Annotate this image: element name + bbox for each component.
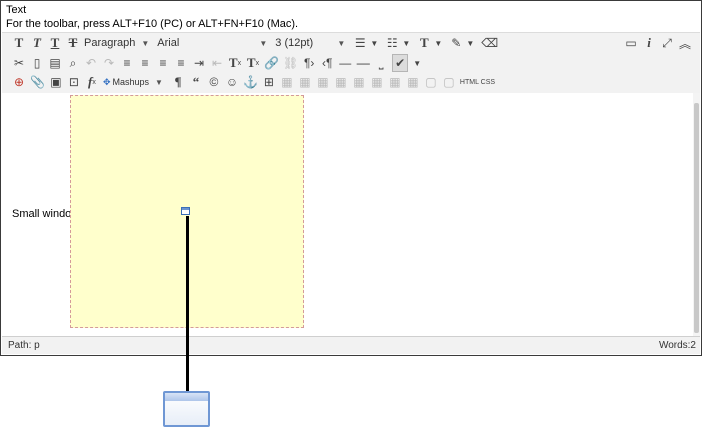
toolbar-row-1: T T T T Paragraph ▼ Arial ▼ 3 (12pt) ▼ ☰ ▼ ☷… bbox=[12, 34, 502, 52]
subscript-icon[interactable]: Tx bbox=[246, 55, 260, 71]
mashups-icon: ✥ bbox=[102, 76, 111, 87]
find-icon[interactable]: ⌕ bbox=[66, 55, 80, 71]
eraser-icon[interactable]: ⌫ bbox=[481, 35, 498, 51]
delete-row-icon[interactable]: ▦ bbox=[352, 74, 366, 90]
chevron-down-icon[interactable]: ▼ bbox=[410, 55, 424, 71]
small-window-icon[interactable] bbox=[181, 207, 190, 215]
insert-media-icon[interactable]: ⊡ bbox=[67, 74, 81, 90]
nonbreaking-space-icon[interactable]: ⎵ bbox=[374, 55, 388, 71]
unlink-icon[interactable]: ⛓ bbox=[283, 55, 298, 71]
word-count: Words:2 bbox=[658, 340, 696, 351]
row-before-icon[interactable]: ▦ bbox=[316, 74, 330, 90]
split-cells-icon[interactable]: ▢ bbox=[424, 74, 438, 90]
bullet-list-icon[interactable]: ☰ bbox=[353, 35, 367, 51]
chevron-down-icon[interactable]: ▼ bbox=[463, 35, 477, 51]
preview-icon[interactable]: ▭ bbox=[624, 35, 638, 51]
info-icon[interactable]: i bbox=[642, 35, 656, 51]
mashups-dropdown[interactable]: ✥ Mashups ▼ bbox=[103, 74, 163, 90]
align-left-icon[interactable]: ≡ bbox=[120, 55, 134, 71]
paragraph-mark-icon[interactable]: ¶ bbox=[171, 74, 185, 90]
merge-cells-icon[interactable]: ▢ bbox=[442, 74, 456, 90]
chevron-down-icon[interactable]: ▼ bbox=[367, 35, 381, 51]
fullscreen-icon[interactable]: ⤢ bbox=[660, 35, 674, 51]
paste-icon[interactable]: ▤ bbox=[48, 55, 62, 71]
field-label: Text bbox=[6, 4, 27, 16]
indent-icon[interactable]: ⇥ bbox=[192, 55, 206, 71]
insert-image-icon[interactable]: ▣ bbox=[49, 74, 63, 90]
attach-file-icon[interactable]: 📎 bbox=[30, 74, 45, 90]
strikethrough-button[interactable]: T bbox=[66, 35, 80, 51]
math-formula-icon[interactable]: fx bbox=[85, 74, 99, 90]
cut-icon[interactable]: ✂ bbox=[12, 55, 26, 71]
thick-line-icon[interactable]: — bbox=[356, 55, 370, 71]
font-size-dropdown[interactable]: 3 (12pt) ▼ bbox=[275, 35, 345, 51]
copyright-icon[interactable]: © bbox=[207, 74, 221, 90]
add-content-icon[interactable]: ⊕ bbox=[12, 74, 26, 90]
delete-table-icon[interactable]: ▦ bbox=[298, 74, 312, 90]
numbered-list-icon[interactable]: ☷ bbox=[385, 35, 399, 51]
insert-table-icon[interactable]: ⊞ bbox=[262, 74, 276, 90]
delete-col-icon[interactable]: ▦ bbox=[406, 74, 420, 90]
highlight-pen-icon[interactable]: ✎ bbox=[449, 35, 463, 51]
col-after-icon[interactable]: ▦ bbox=[388, 74, 402, 90]
content-scrollbar[interactable] bbox=[693, 93, 700, 337]
chevron-down-icon: ▼ bbox=[259, 38, 268, 48]
copy-icon[interactable]: ▯ bbox=[30, 55, 44, 71]
anchor-icon[interactable]: ⚓ bbox=[243, 74, 258, 90]
rtl-icon[interactable]: ‹¶ bbox=[320, 55, 334, 71]
editor-statusbar: Path: p Words:2 bbox=[2, 336, 700, 354]
enlarged-window-icon bbox=[163, 391, 210, 427]
horizontal-line-icon[interactable]: — bbox=[338, 55, 352, 71]
col-before-icon[interactable]: ▦ bbox=[370, 74, 384, 90]
toolbar-hint: For the toolbar, press ALT+F10 (PC) or A… bbox=[6, 18, 299, 30]
toolbar-row-1-right: ▭ i ⤢ ︽ bbox=[624, 34, 696, 52]
row-after-icon[interactable]: ▦ bbox=[334, 74, 348, 90]
align-center-icon[interactable]: ≡ bbox=[138, 55, 152, 71]
chevron-down-icon[interactable]: ▼ bbox=[399, 35, 413, 51]
chevron-down-icon: ▼ bbox=[141, 38, 150, 48]
element-path: Path: p bbox=[8, 340, 40, 351]
blockquote-icon[interactable]: “ bbox=[189, 74, 203, 90]
underline-button[interactable]: T bbox=[48, 35, 62, 51]
chevron-down-icon: ▼ bbox=[155, 77, 163, 87]
justify-icon[interactable]: ≡ bbox=[174, 55, 188, 71]
redo-icon[interactable]: ↷ bbox=[102, 55, 116, 71]
toolbar-row-3: ⊕ 📎 ▣ ⊡ fx ✥ Mashups ▼ ¶ “ © ☺ ⚓ ⊞ ▦ ▦ ▦ ▦… bbox=[12, 73, 499, 91]
superscript-icon[interactable]: Tx bbox=[228, 55, 242, 71]
callout-line bbox=[186, 216, 189, 391]
text-style-icon[interactable]: T bbox=[417, 35, 431, 51]
bold-button[interactable]: T bbox=[12, 35, 26, 51]
outdent-icon[interactable]: ⇤ bbox=[210, 55, 224, 71]
scrollbar-thumb[interactable] bbox=[694, 103, 699, 333]
font-dropdown[interactable]: Arial ▼ bbox=[157, 35, 267, 51]
chevron-down-icon[interactable]: ▼ bbox=[431, 35, 445, 51]
undo-icon[interactable]: ↶ bbox=[84, 55, 98, 71]
ltr-icon[interactable]: ¶› bbox=[302, 55, 316, 71]
table-properties-icon[interactable]: ▦ bbox=[280, 74, 294, 90]
chevron-down-icon: ▼ bbox=[337, 38, 346, 48]
editor-toolbar: T T T T Paragraph ▼ Arial ▼ 3 (12pt) ▼ ☰ ▼ ☷… bbox=[2, 32, 700, 94]
spellcheck-icon[interactable]: ✔ bbox=[392, 54, 409, 72]
html-css-button[interactable]: HTML CSS bbox=[460, 74, 495, 90]
emoticon-icon[interactable]: ☺ bbox=[225, 74, 239, 90]
italic-button[interactable]: T bbox=[30, 35, 44, 51]
link-icon[interactable]: 🔗 bbox=[264, 55, 279, 71]
toolbar-row-2: ✂ ▯ ▤ ⌕ ↶ ↷ ≡ ≡ ≡ ≡ ⇥ ⇤ Tx Tx 🔗 ⛓ ¶› ‹¶ … bbox=[12, 54, 428, 72]
align-right-icon[interactable]: ≡ bbox=[156, 55, 170, 71]
collapse-icon[interactable]: ︽ bbox=[678, 35, 692, 51]
paragraph-dropdown[interactable]: Paragraph ▼ bbox=[84, 35, 149, 51]
